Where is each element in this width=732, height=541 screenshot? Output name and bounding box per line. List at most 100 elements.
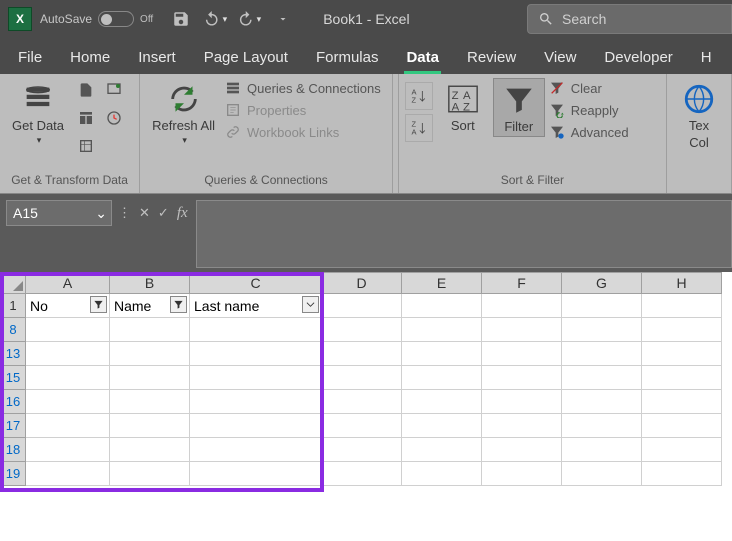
sort-button[interactable]: ZAAZ Sort [437,78,489,135]
cell[interactable] [110,390,190,414]
cell[interactable] [642,462,722,486]
tab-view[interactable]: View [530,41,590,74]
reapply-filter-button[interactable]: Reapply [549,102,629,118]
cancel-formula-icon[interactable]: ✕ [139,205,150,221]
cell[interactable] [482,414,562,438]
undo-icon[interactable]: ▾ [203,7,227,31]
workbook-links-button[interactable]: Workbook Links [225,124,381,140]
get-data-button[interactable]: Get Data ▾ [6,78,70,148]
cell[interactable] [482,342,562,366]
cell[interactable] [26,438,110,462]
queries-connections-button[interactable]: Queries & Connections [225,80,381,96]
row-header[interactable]: 18 [0,438,26,462]
autosave-toggle[interactable]: AutoSave Off [40,11,153,27]
fx-icon[interactable]: fx [177,205,188,222]
filter-active-icon[interactable] [90,296,107,313]
cell[interactable]: Name [110,294,190,318]
column-header[interactable]: H [642,272,722,294]
tab-formulas[interactable]: Formulas [302,41,393,74]
filter-dropdown-icon[interactable] [302,296,319,313]
tab-data[interactable]: Data [392,41,453,74]
enter-formula-icon[interactable]: ✓ [158,205,169,221]
cell[interactable] [190,342,322,366]
cell[interactable] [322,462,402,486]
cell[interactable] [562,366,642,390]
row-header[interactable]: 16 [0,390,26,414]
cell[interactable] [642,294,722,318]
tab-home[interactable]: Home [56,41,124,74]
row-header[interactable]: 1 [0,294,26,318]
cell[interactable] [190,414,322,438]
from-table-icon[interactable] [74,106,98,130]
refresh-all-button[interactable]: Refresh All ▾ [146,78,221,148]
cell[interactable] [402,294,482,318]
tab-review[interactable]: Review [453,41,530,74]
save-icon[interactable] [169,7,193,31]
cell[interactable] [26,462,110,486]
cell[interactable] [190,366,322,390]
from-text-csv-icon[interactable] [74,78,98,102]
cell[interactable] [110,438,190,462]
name-box[interactable]: A15 ⌄ [6,200,112,226]
row-header[interactable]: 15 [0,366,26,390]
cell[interactable] [110,366,190,390]
cell[interactable] [402,414,482,438]
formula-input[interactable] [196,200,732,268]
cell[interactable] [190,318,322,342]
column-header[interactable]: B [110,272,190,294]
chevron-down-icon[interactable]: ⌄ [95,205,107,222]
tab-insert[interactable]: Insert [124,41,190,74]
cell[interactable] [482,318,562,342]
text-to-columns-button[interactable]: Tex Col [673,78,725,152]
sort-desc-button[interactable]: ZA [405,114,433,142]
cell[interactable] [482,366,562,390]
cell[interactable] [402,438,482,462]
cell[interactable] [26,366,110,390]
recent-sources-icon[interactable] [102,106,126,130]
cell[interactable] [562,342,642,366]
cell[interactable] [642,390,722,414]
cell[interactable] [322,366,402,390]
cell[interactable] [562,414,642,438]
qat-customize-icon[interactable] [271,7,295,31]
cell[interactable] [190,390,322,414]
cell[interactable] [322,342,402,366]
row-header[interactable]: 17 [0,414,26,438]
cell[interactable] [482,390,562,414]
column-header[interactable]: F [482,272,562,294]
existing-connections-icon[interactable] [74,134,98,158]
cell-area[interactable]: NoNameLast name [26,294,732,541]
cell[interactable] [322,390,402,414]
cell[interactable] [26,318,110,342]
cell[interactable] [402,342,482,366]
tab-developer[interactable]: Developer [590,41,686,74]
cell[interactable] [26,414,110,438]
cell[interactable] [322,294,402,318]
cell[interactable] [322,438,402,462]
row-header[interactable]: 13 [0,342,26,366]
cell[interactable] [642,438,722,462]
tab-page-layout[interactable]: Page Layout [190,41,302,74]
cell[interactable] [110,462,190,486]
cell[interactable] [562,462,642,486]
column-header[interactable]: C [190,272,322,294]
select-all-corner[interactable] [0,272,26,294]
cell[interactable] [110,342,190,366]
cell[interactable] [562,294,642,318]
column-header[interactable]: G [562,272,642,294]
cell[interactable] [402,366,482,390]
cell[interactable]: No [26,294,110,318]
cell[interactable] [402,390,482,414]
redo-icon[interactable]: ▾ [237,7,261,31]
clear-filter-button[interactable]: Clear [549,80,629,96]
cell[interactable]: Last name [190,294,322,318]
cell[interactable] [190,462,322,486]
cell[interactable] [26,342,110,366]
cell[interactable] [482,438,562,462]
cell[interactable] [642,318,722,342]
cell[interactable] [642,414,722,438]
row-header[interactable]: 19 [0,462,26,486]
cell[interactable] [482,462,562,486]
cell[interactable] [110,414,190,438]
advanced-filter-button[interactable]: Advanced [549,124,629,140]
